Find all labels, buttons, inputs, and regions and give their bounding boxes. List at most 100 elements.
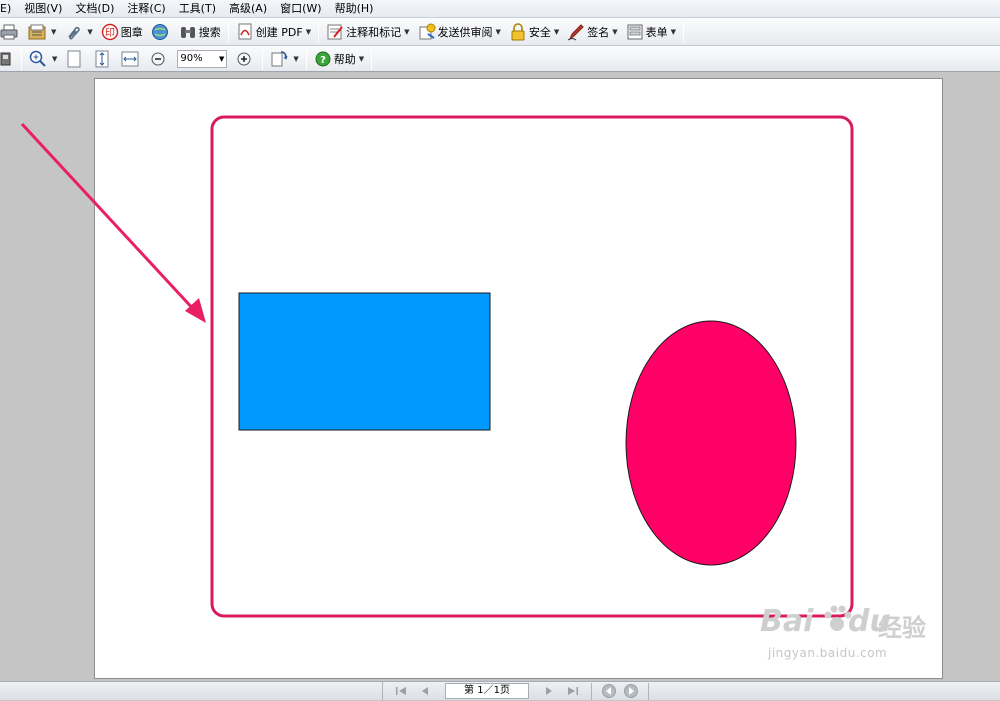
chevron-down-icon: ▼	[495, 27, 501, 36]
zoom-in-button[interactable]	[232, 48, 258, 70]
pdf-page[interactable]	[94, 78, 943, 679]
chevron-down-icon: ▼	[553, 27, 560, 36]
svg-text:印: 印	[105, 27, 115, 39]
chevron-down-icon: ▼	[219, 54, 225, 63]
toolbar-separator	[683, 20, 685, 43]
menu-help[interactable]: 帮助(H)	[331, 0, 378, 17]
sign-label: 签名	[587, 25, 610, 39]
security-label: 安全	[528, 25, 551, 39]
stamp-button[interactable]: 印 图章	[98, 21, 146, 43]
chevron-down-icon: ▼	[305, 27, 312, 36]
last-page-button[interactable]	[564, 683, 582, 699]
lock-icon	[509, 22, 527, 41]
back-arrow-icon	[606, 687, 611, 695]
comment-markup-icon	[326, 23, 344, 41]
fit-width-button[interactable]	[118, 48, 144, 70]
previous-page-icon	[422, 687, 428, 695]
pen-icon	[567, 23, 585, 41]
globe-icon	[151, 23, 169, 41]
create-pdf-button[interactable]: 创建 PDF ▼	[233, 21, 314, 43]
rotate-page-icon	[270, 50, 288, 68]
send-review-button[interactable]: 发送供审阅 ▼	[415, 21, 504, 43]
help-label: 帮助	[333, 52, 356, 66]
fit-page-icon	[93, 50, 111, 68]
organizer-button[interactable]: ▼	[25, 21, 59, 43]
next-page-button[interactable]	[540, 683, 558, 699]
next-view-button[interactable]	[624, 684, 638, 698]
view-toolbar: ▼ 90% ▼ ▼ ? 帮助 ▼	[0, 46, 1000, 72]
toolbar-separator	[318, 20, 320, 43]
chevron-down-icon: ▼	[670, 27, 677, 36]
svg-text:?: ?	[320, 55, 326, 66]
toolbar-separator	[21, 47, 22, 70]
create-pdf-label: 创建 PDF	[255, 25, 303, 39]
menu-view[interactable]: 视图(V)	[20, 0, 66, 17]
menu-comments[interactable]: 注释(C)	[123, 0, 169, 17]
stamp-label: 图章	[120, 25, 143, 39]
chevron-down-icon: ▼	[293, 54, 299, 63]
chevron-down-icon: ▼	[612, 27, 618, 36]
web-search-button[interactable]	[148, 21, 174, 43]
actual-size-button[interactable]	[62, 48, 88, 70]
toolbar-separator	[371, 47, 373, 70]
status-separator	[591, 682, 592, 700]
status-bar: 第 1／1页	[0, 681, 1000, 701]
chevron-down-icon: ▼	[358, 54, 365, 63]
page-indicator[interactable]: 第 1／1页	[445, 683, 529, 699]
chevron-down-icon: ▼	[52, 54, 58, 63]
menu-window[interactable]: 窗口(W)	[276, 0, 325, 17]
help-icon: ?	[314, 50, 332, 68]
zoom-level-select[interactable]: 90% ▼	[177, 49, 228, 68]
snapshot-icon	[0, 50, 12, 68]
zoom-tool-button[interactable]: ▼	[26, 48, 60, 70]
page-navigation: 第 1／1页	[382, 681, 655, 701]
send-review-label: 发送供审阅	[437, 25, 493, 39]
printer-icon	[0, 23, 18, 41]
forms-button[interactable]: 表单 ▼	[623, 21, 679, 43]
create-pdf-icon	[236, 23, 254, 41]
fit-width-icon	[121, 50, 139, 68]
main-toolbar: ▼ ▼ 印 图章 搜索 创建 PDF ▼ 注释和标记 ▼ 发送供审阅 ▼ 安全 …	[0, 18, 1000, 46]
attach-button[interactable]: ▼	[61, 21, 95, 43]
magnifier-plus-icon	[29, 50, 47, 68]
document-viewport[interactable]	[0, 73, 1000, 681]
binoculars-icon	[179, 23, 197, 41]
snapshot-button[interactable]	[0, 48, 17, 70]
previous-view-button[interactable]	[602, 684, 616, 698]
toolbar-separator	[305, 47, 307, 70]
sign-button[interactable]: 签名 ▼	[564, 21, 620, 43]
menu-edit[interactable]: E)	[0, 0, 15, 17]
last-page-icon	[568, 687, 578, 695]
toolbar-separator	[262, 47, 264, 70]
first-page-icon	[396, 687, 406, 695]
previous-page-button[interactable]	[416, 683, 434, 699]
search-button[interactable]: 搜索	[176, 21, 224, 43]
menu-tools[interactable]: 工具(T)	[175, 0, 220, 17]
comment-markup-button[interactable]: 注释和标记 ▼	[323, 21, 412, 43]
chevron-down-icon: ▼	[404, 27, 410, 36]
help-button[interactable]: ? 帮助 ▼	[311, 48, 367, 70]
menu-document[interactable]: 文档(D)	[71, 0, 118, 17]
first-page-button[interactable]	[392, 683, 410, 699]
toolbar-separator	[227, 20, 229, 43]
zoom-out-icon	[149, 50, 167, 68]
chevron-down-icon: ▼	[51, 27, 57, 36]
forms-label: 表单	[645, 25, 668, 39]
forward-arrow-icon	[629, 687, 634, 695]
menu-bar: E) 视图(V) 文档(D) 注释(C) 工具(T) 高级(A) 窗口(W) 帮…	[0, 0, 1000, 18]
paperclip-icon	[64, 23, 82, 41]
send-review-icon	[418, 23, 436, 41]
zoom-in-icon	[235, 50, 253, 68]
zoom-out-button[interactable]	[146, 48, 172, 70]
stamp-icon: 印	[101, 23, 119, 41]
page-icon	[65, 50, 83, 68]
form-icon	[626, 23, 644, 41]
print-button[interactable]	[0, 21, 23, 43]
fit-page-button[interactable]	[90, 48, 116, 70]
status-separator	[648, 682, 649, 700]
menu-advanced[interactable]: 高级(A)	[225, 0, 271, 17]
security-button[interactable]: 安全 ▼	[506, 21, 562, 43]
rotate-view-button[interactable]: ▼	[267, 48, 301, 70]
search-label: 搜索	[198, 25, 221, 39]
next-page-icon	[546, 687, 552, 695]
